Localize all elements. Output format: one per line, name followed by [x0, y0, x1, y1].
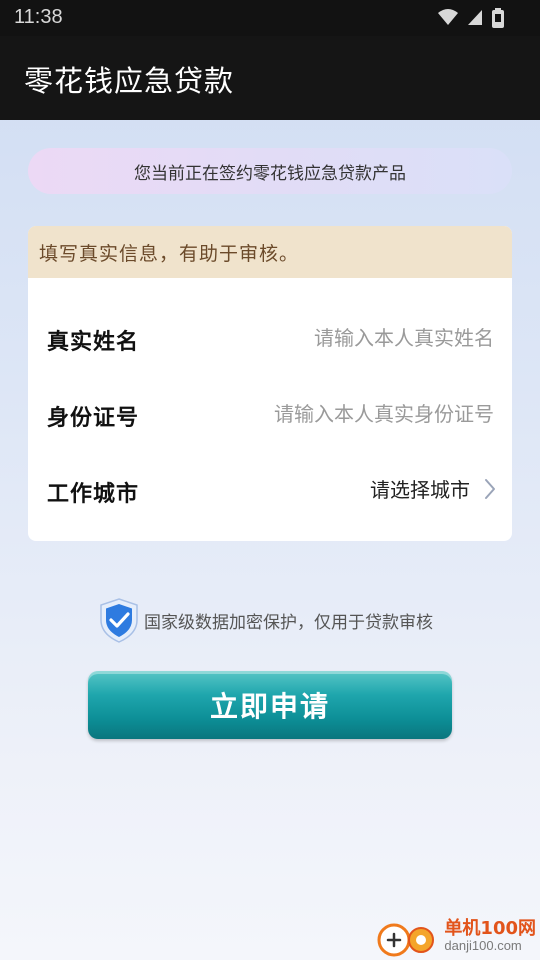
city-select[interactable]: 请选择城市: [370, 474, 496, 503]
city-select-value: 请选择城市: [370, 478, 470, 502]
id-number-input[interactable]: [224, 396, 494, 432]
name-label: 真实姓名: [47, 330, 140, 355]
shield-icon: [100, 598, 138, 643]
security-note-text: 国家级数据加密保护，仅用于贷款审核: [144, 612, 433, 633]
wifi-icon: [438, 9, 458, 25]
name-input[interactable]: [224, 320, 494, 356]
battery-icon: [492, 8, 504, 28]
status-time: 11:38: [14, 6, 63, 28]
security-note: 国家级数据加密保护，仅用于贷款审核: [96, 596, 433, 644]
app-bar: 零花钱应急贷款: [0, 36, 540, 120]
apply-button[interactable]: 立即申请: [88, 671, 452, 739]
status-icons: [438, 8, 504, 28]
watermark-url: danji100.com: [444, 937, 522, 953]
name-row: 真实姓名: [28, 308, 512, 368]
watermark: 单机100网 danji100.com: [376, 914, 536, 958]
status-bar: 11:38: [0, 0, 540, 36]
id-number-row: 身份证号: [28, 384, 512, 444]
banner-text: 您当前正在签约零花钱应急贷款产品: [134, 163, 406, 184]
product-banner: 您当前正在签约零花钱应急贷款产品: [28, 148, 512, 194]
form-notice: 填写真实信息，有助于审核。: [28, 226, 512, 278]
site-logo-icon: [377, 923, 435, 957]
signal-icon: [468, 10, 482, 25]
chevron-right-icon: [485, 478, 495, 499]
id-number-label: 身份证号: [47, 406, 140, 431]
city-row[interactable]: 工作城市 请选择城市: [28, 460, 512, 520]
info-form-card: 填写真实信息，有助于审核。 真实姓名 身份证号 工作城市 请选择城市: [28, 226, 512, 541]
page-title: 零花钱应急贷款: [24, 64, 235, 98]
watermark-title: 单机100网: [444, 917, 536, 939]
city-label: 工作城市: [47, 482, 140, 507]
